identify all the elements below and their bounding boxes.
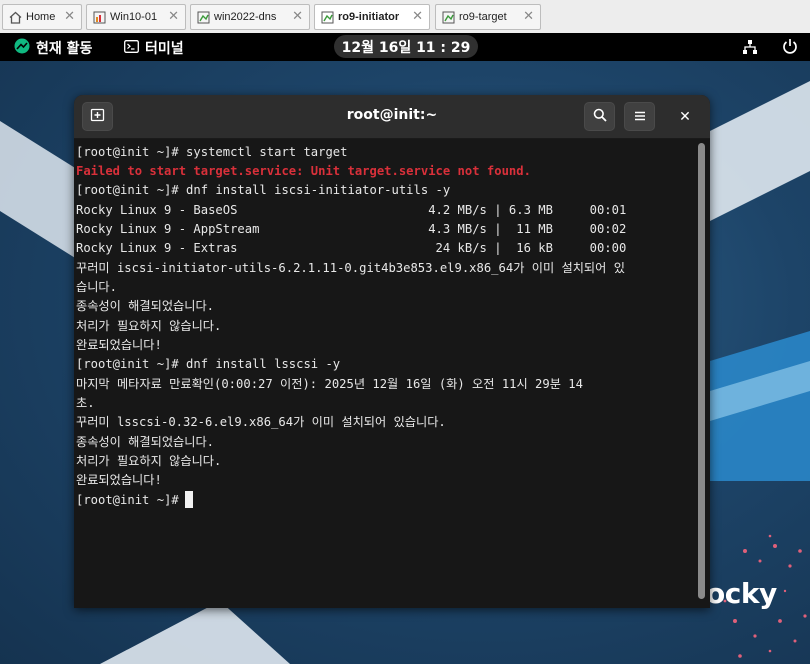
vm-tab-home[interactable]: Home ✕ xyxy=(2,4,82,30)
search-icon xyxy=(593,107,607,126)
scrollbar-thumb[interactable] xyxy=(698,143,705,599)
terminal-line: 완료되었습니다! xyxy=(76,338,162,352)
terminal-line-error: Failed to start target.service: Unit tar… xyxy=(76,164,531,178)
terminal-line: 종속성이 해결되었습니다. xyxy=(76,299,215,313)
gnome-top-bar: 현재 활동 터미널 12월 16일 11 : 29 xyxy=(0,33,810,61)
terminal-line: 완료되었습니다! xyxy=(76,473,162,487)
close-window-button[interactable]: ✕ xyxy=(676,108,694,126)
vm-tab-label: win2022-dns xyxy=(214,11,277,23)
vm-tab-ro9-initiator[interactable]: ro9-initiator ✕ xyxy=(314,4,430,30)
app-menu-label: 터미널 xyxy=(145,41,184,57)
app-menu-button[interactable]: 터미널 xyxy=(124,38,184,58)
new-tab-button[interactable] xyxy=(82,102,113,131)
terminal-output[interactable]: [root@init ~]# systemctl start target Fa… xyxy=(74,139,694,608)
vm-icon xyxy=(196,10,210,24)
close-icon[interactable]: ✕ xyxy=(64,10,75,24)
new-tab-icon xyxy=(90,107,105,126)
vm-icon xyxy=(320,10,334,24)
vm-tab-label: Win10-01 xyxy=(110,11,158,23)
terminal-line: Rocky Linux 9 - BaseOS 4.2 MB/s | 6.3 MB… xyxy=(76,203,627,217)
terminal-line: Rocky Linux 9 - Extras 24 kB/s | 16 kB 0… xyxy=(76,241,627,255)
search-button[interactable] xyxy=(584,102,615,131)
terminal-line: [root@init ~]# systemctl start target xyxy=(76,145,348,159)
rocky-logo-text: ocky xyxy=(706,577,777,610)
terminal-line: 종속성이 해결되었습니다. xyxy=(76,435,215,449)
close-icon: ✕ xyxy=(679,109,691,125)
terminal-line: 꾸러미 iscsi-initiator-utils-6.2.1.11-0.git… xyxy=(76,261,625,275)
terminal-title: root@init:~ xyxy=(346,107,438,123)
activities-label: 현재 활동 xyxy=(36,41,93,57)
close-icon[interactable]: ✕ xyxy=(412,10,423,24)
vm-tab-label: Home xyxy=(26,11,56,23)
vm-tab-win2022-dns[interactable]: win2022-dns ✕ xyxy=(190,4,310,30)
rocky-logo-icon xyxy=(14,38,30,58)
terminal-line: 습니다. xyxy=(76,280,117,294)
terminal-line: Rocky Linux 9 - AppStream 4.3 MB/s | 11 … xyxy=(76,222,627,236)
text-cursor xyxy=(184,491,193,508)
hamburger-menu-icon xyxy=(634,107,646,126)
vm-tab-win10-01[interactable]: Win10-01 ✕ xyxy=(86,4,186,30)
vm-tab-label: ro9-initiator xyxy=(338,11,400,23)
terminal-scrollbar[interactable] xyxy=(696,141,706,603)
terminal-line: 초. xyxy=(76,396,95,410)
terminal-header-bar[interactable]: root@init:~ ✕ xyxy=(74,95,710,139)
terminal-line: [root@init ~]# dnf install iscsi-initiat… xyxy=(76,183,451,197)
vm-tab-ro9-target[interactable]: ro9-target ✕ xyxy=(435,4,541,30)
terminal-prompt: [root@init ~]# xyxy=(76,493,179,507)
terminal-line: 처리가 필요하지 않습니다. xyxy=(76,454,222,468)
activities-button[interactable]: 현재 활동 xyxy=(14,38,92,58)
terminal-line: 처리가 필요하지 않습니다. xyxy=(76,319,222,333)
vm-tab-bar: Home ✕ Win10-01 ✕ win2022-dns ✕ ro9-init… xyxy=(0,0,810,34)
clock[interactable]: 12월 16일 11 : 29 xyxy=(334,35,478,58)
terminal-line: 꾸러미 lsscsi-0.32-6.el9.x86_64가 이미 설치되어 있습… xyxy=(76,415,446,429)
vm-tab-label: ro9-target xyxy=(459,11,507,23)
menu-button[interactable] xyxy=(624,102,655,131)
vm-icon xyxy=(441,10,455,24)
terminal-prompt-line[interactable]: [root@init ~]# xyxy=(76,491,193,510)
terminal-line: [root@init ~]# dnf install lsscsi -y xyxy=(76,357,341,371)
network-icon[interactable] xyxy=(742,39,758,59)
power-icon[interactable] xyxy=(782,38,798,59)
vm-icon xyxy=(92,10,106,24)
terminal-line: 마지막 메타자료 만료확인(0:00:27 이전): 2025년 12월 16일… xyxy=(76,377,583,391)
terminal-icon xyxy=(124,39,139,57)
terminal-window[interactable]: root@init:~ ✕ [root@init ~]# systemctl s… xyxy=(74,95,710,608)
home-icon xyxy=(8,10,22,24)
close-icon[interactable]: ✕ xyxy=(292,10,303,24)
close-icon[interactable]: ✕ xyxy=(168,10,179,24)
close-icon[interactable]: ✕ xyxy=(523,10,534,24)
